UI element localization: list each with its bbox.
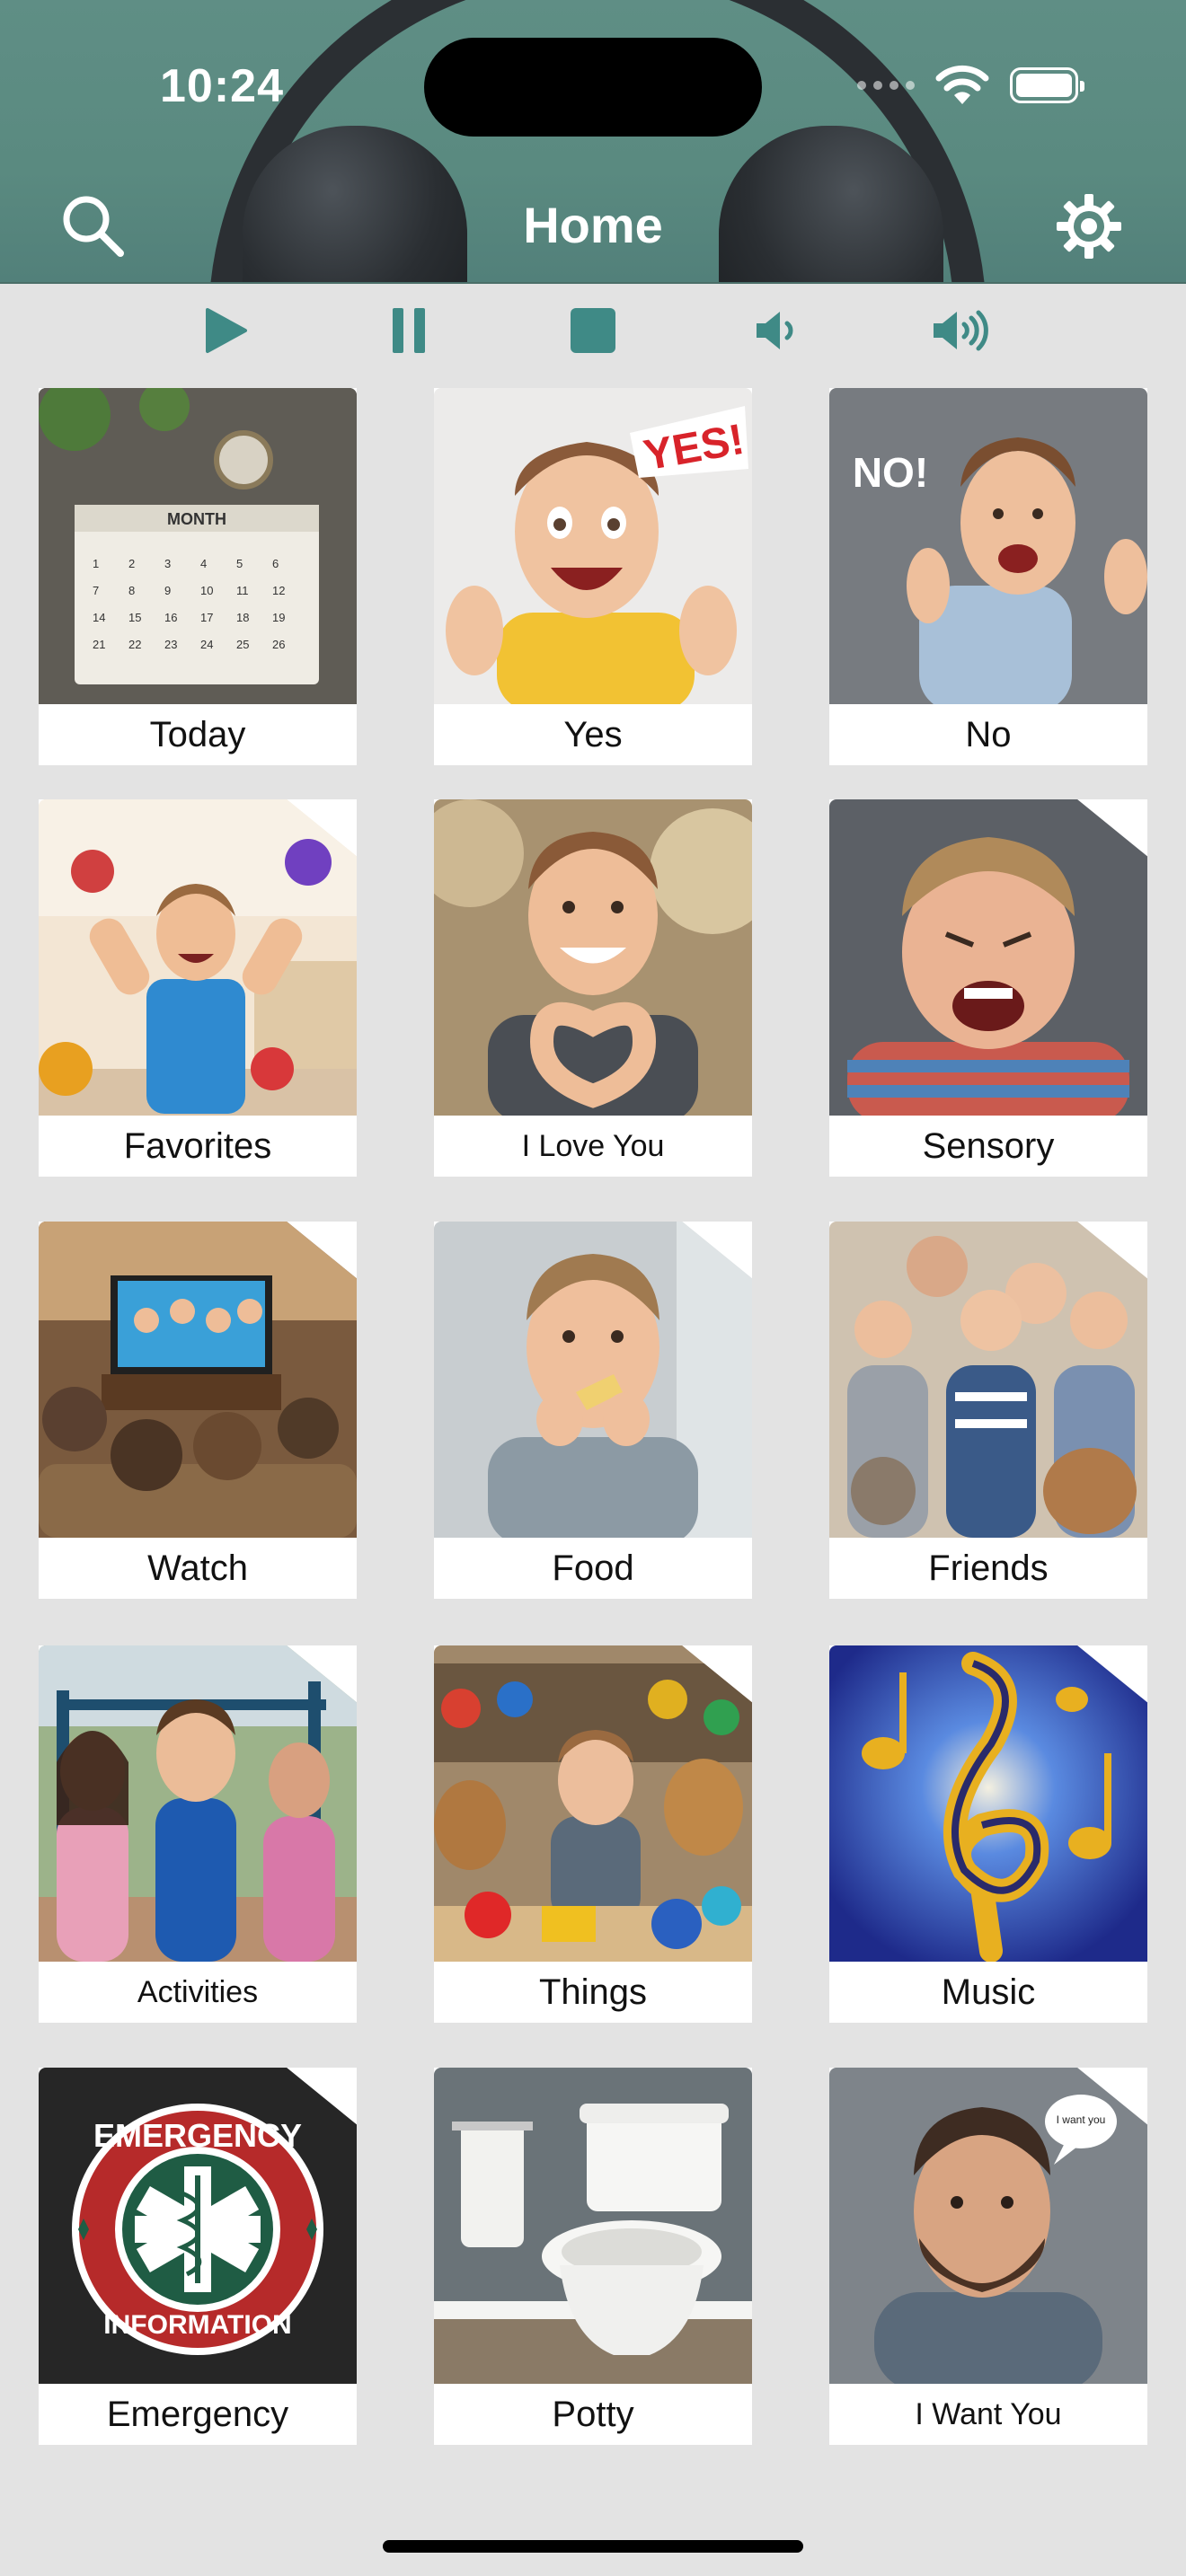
playground-image xyxy=(39,1645,357,1962)
tile-friends[interactable]: Friends xyxy=(829,1222,1147,1599)
tile-i-want-you[interactable]: I want you I Want You xyxy=(829,2068,1147,2445)
tile-no[interactable]: NO! No xyxy=(829,388,1147,765)
tile-music[interactable]: Music xyxy=(829,1645,1147,2023)
svg-text:25: 25 xyxy=(236,638,249,651)
status-icons xyxy=(857,65,1084,106)
tile-things[interactable]: Things xyxy=(434,1645,752,2023)
svg-text:16: 16 xyxy=(164,611,177,624)
svg-text:7: 7 xyxy=(93,584,99,597)
tile-label: Food xyxy=(552,1548,634,1588)
emergency-badge-image: EMERGENCY INFORMATION xyxy=(39,2068,357,2384)
tile-label: Emergency xyxy=(106,2394,289,2434)
tile-label: Today xyxy=(149,714,246,754)
battery-icon xyxy=(1010,67,1084,103)
tile-favorites[interactable]: Favorites xyxy=(39,799,357,1177)
status-time: 10:24 xyxy=(160,60,284,112)
no-sign-text: NO! xyxy=(853,449,928,496)
tile-label: Things xyxy=(538,1972,648,2012)
tile-today[interactable]: MONTH 123456 7 8 9 10 11 12 14 15 16 17 18 19 21 22… xyxy=(39,388,357,765)
svg-text:23: 23 xyxy=(164,638,177,651)
settings-button[interactable] xyxy=(1053,190,1125,262)
tile-label: No xyxy=(965,714,1012,754)
tile-label: I Want You xyxy=(915,2396,1062,2431)
music-notes-image xyxy=(829,1645,1147,1962)
pause-icon xyxy=(393,308,425,353)
svg-text:1: 1 xyxy=(93,557,99,570)
tile-label: I Love You xyxy=(521,1128,665,1163)
toilet-image xyxy=(434,2068,752,2384)
wifi-icon xyxy=(935,65,989,104)
no-boy-image: NO! xyxy=(829,388,1147,704)
play-button[interactable] xyxy=(199,304,253,357)
svg-text:4: 4 xyxy=(200,557,207,570)
volume-down-button[interactable] xyxy=(750,304,804,357)
signal-dots-icon xyxy=(857,81,915,90)
svg-text:21: 21 xyxy=(93,638,105,651)
gear-icon xyxy=(1057,194,1121,259)
svg-text:9: 9 xyxy=(164,584,171,597)
volume-down-icon xyxy=(757,312,793,349)
volume-up-button[interactable] xyxy=(931,304,994,357)
tile-i-love-you[interactable]: I Love You xyxy=(434,799,752,1177)
svg-text:18: 18 xyxy=(236,611,249,624)
man-portrait-image: I want you xyxy=(829,2068,1147,2384)
tile-emergency[interactable]: EMERGENCY INFORMATION Emergency xyxy=(39,2068,357,2445)
volume-up-icon xyxy=(934,310,988,351)
tile-label: Favorites xyxy=(123,1125,272,1166)
tile-label: Music xyxy=(941,1972,1036,2012)
svg-text:22: 22 xyxy=(128,638,141,651)
svg-text:19: 19 xyxy=(272,611,285,624)
tile-label: Yes xyxy=(563,714,623,754)
tile-label: Activities xyxy=(137,1974,259,2009)
svg-text:24: 24 xyxy=(200,638,213,651)
svg-text:3: 3 xyxy=(164,557,171,570)
app-header: 10:24 Home xyxy=(0,0,1186,284)
tile-yes[interactable]: YES! Yes xyxy=(434,388,752,765)
svg-text:10: 10 xyxy=(200,584,213,597)
emergency-top-text: EMERGENCY xyxy=(93,2117,302,2154)
tile-watch[interactable]: Watch xyxy=(39,1222,357,1599)
tile-food[interactable]: Food xyxy=(434,1222,752,1599)
thumbs-up-boy-image: YES! xyxy=(434,388,752,704)
favorites-boy-image xyxy=(39,799,357,1116)
family-image xyxy=(829,1222,1147,1538)
svg-text:15: 15 xyxy=(128,611,141,624)
tile-sensory[interactable]: Sensory xyxy=(829,799,1147,1177)
svg-text:2: 2 xyxy=(128,557,135,570)
svg-text:5: 5 xyxy=(236,557,243,570)
play-icon xyxy=(206,308,247,353)
emergency-bottom-text: INFORMATION xyxy=(103,2310,291,2340)
tile-label: Watch xyxy=(147,1548,248,1588)
stop-icon xyxy=(571,308,615,353)
calendar-image: MONTH 123456 7 8 9 10 11 12 14 15 16 17 18 19 21 22… xyxy=(39,388,357,704)
sensory-boy-image xyxy=(829,799,1147,1116)
svg-text:26: 26 xyxy=(272,638,285,651)
dynamic-island xyxy=(424,38,762,137)
svg-text:11: 11 xyxy=(236,584,249,597)
svg-text:14: 14 xyxy=(93,611,105,624)
svg-text:17: 17 xyxy=(200,611,213,624)
page-title: Home xyxy=(523,197,663,253)
tile-label: Friends xyxy=(928,1548,1049,1588)
tile-potty[interactable]: Potty xyxy=(434,2068,752,2445)
toys-image xyxy=(434,1645,752,1962)
pause-button[interactable] xyxy=(382,304,436,357)
playback-controls xyxy=(0,286,1186,375)
heart-hands-boy-image xyxy=(434,799,752,1116)
svg-text:6: 6 xyxy=(272,557,279,570)
food-boy-image xyxy=(434,1222,752,1538)
speech-bubble-text: I want you xyxy=(1057,2113,1106,2126)
home-indicator[interactable] xyxy=(383,2540,803,2553)
tile-label: Potty xyxy=(552,2394,634,2434)
svg-text:12: 12 xyxy=(272,584,285,597)
svg-text:8: 8 xyxy=(128,584,135,597)
watch-tv-image xyxy=(39,1222,357,1538)
calendar-month-text: MONTH xyxy=(167,510,226,528)
tile-activities[interactable]: Activities xyxy=(39,1645,357,2023)
stop-button[interactable] xyxy=(566,304,620,357)
tile-label: Sensory xyxy=(922,1125,1055,1166)
